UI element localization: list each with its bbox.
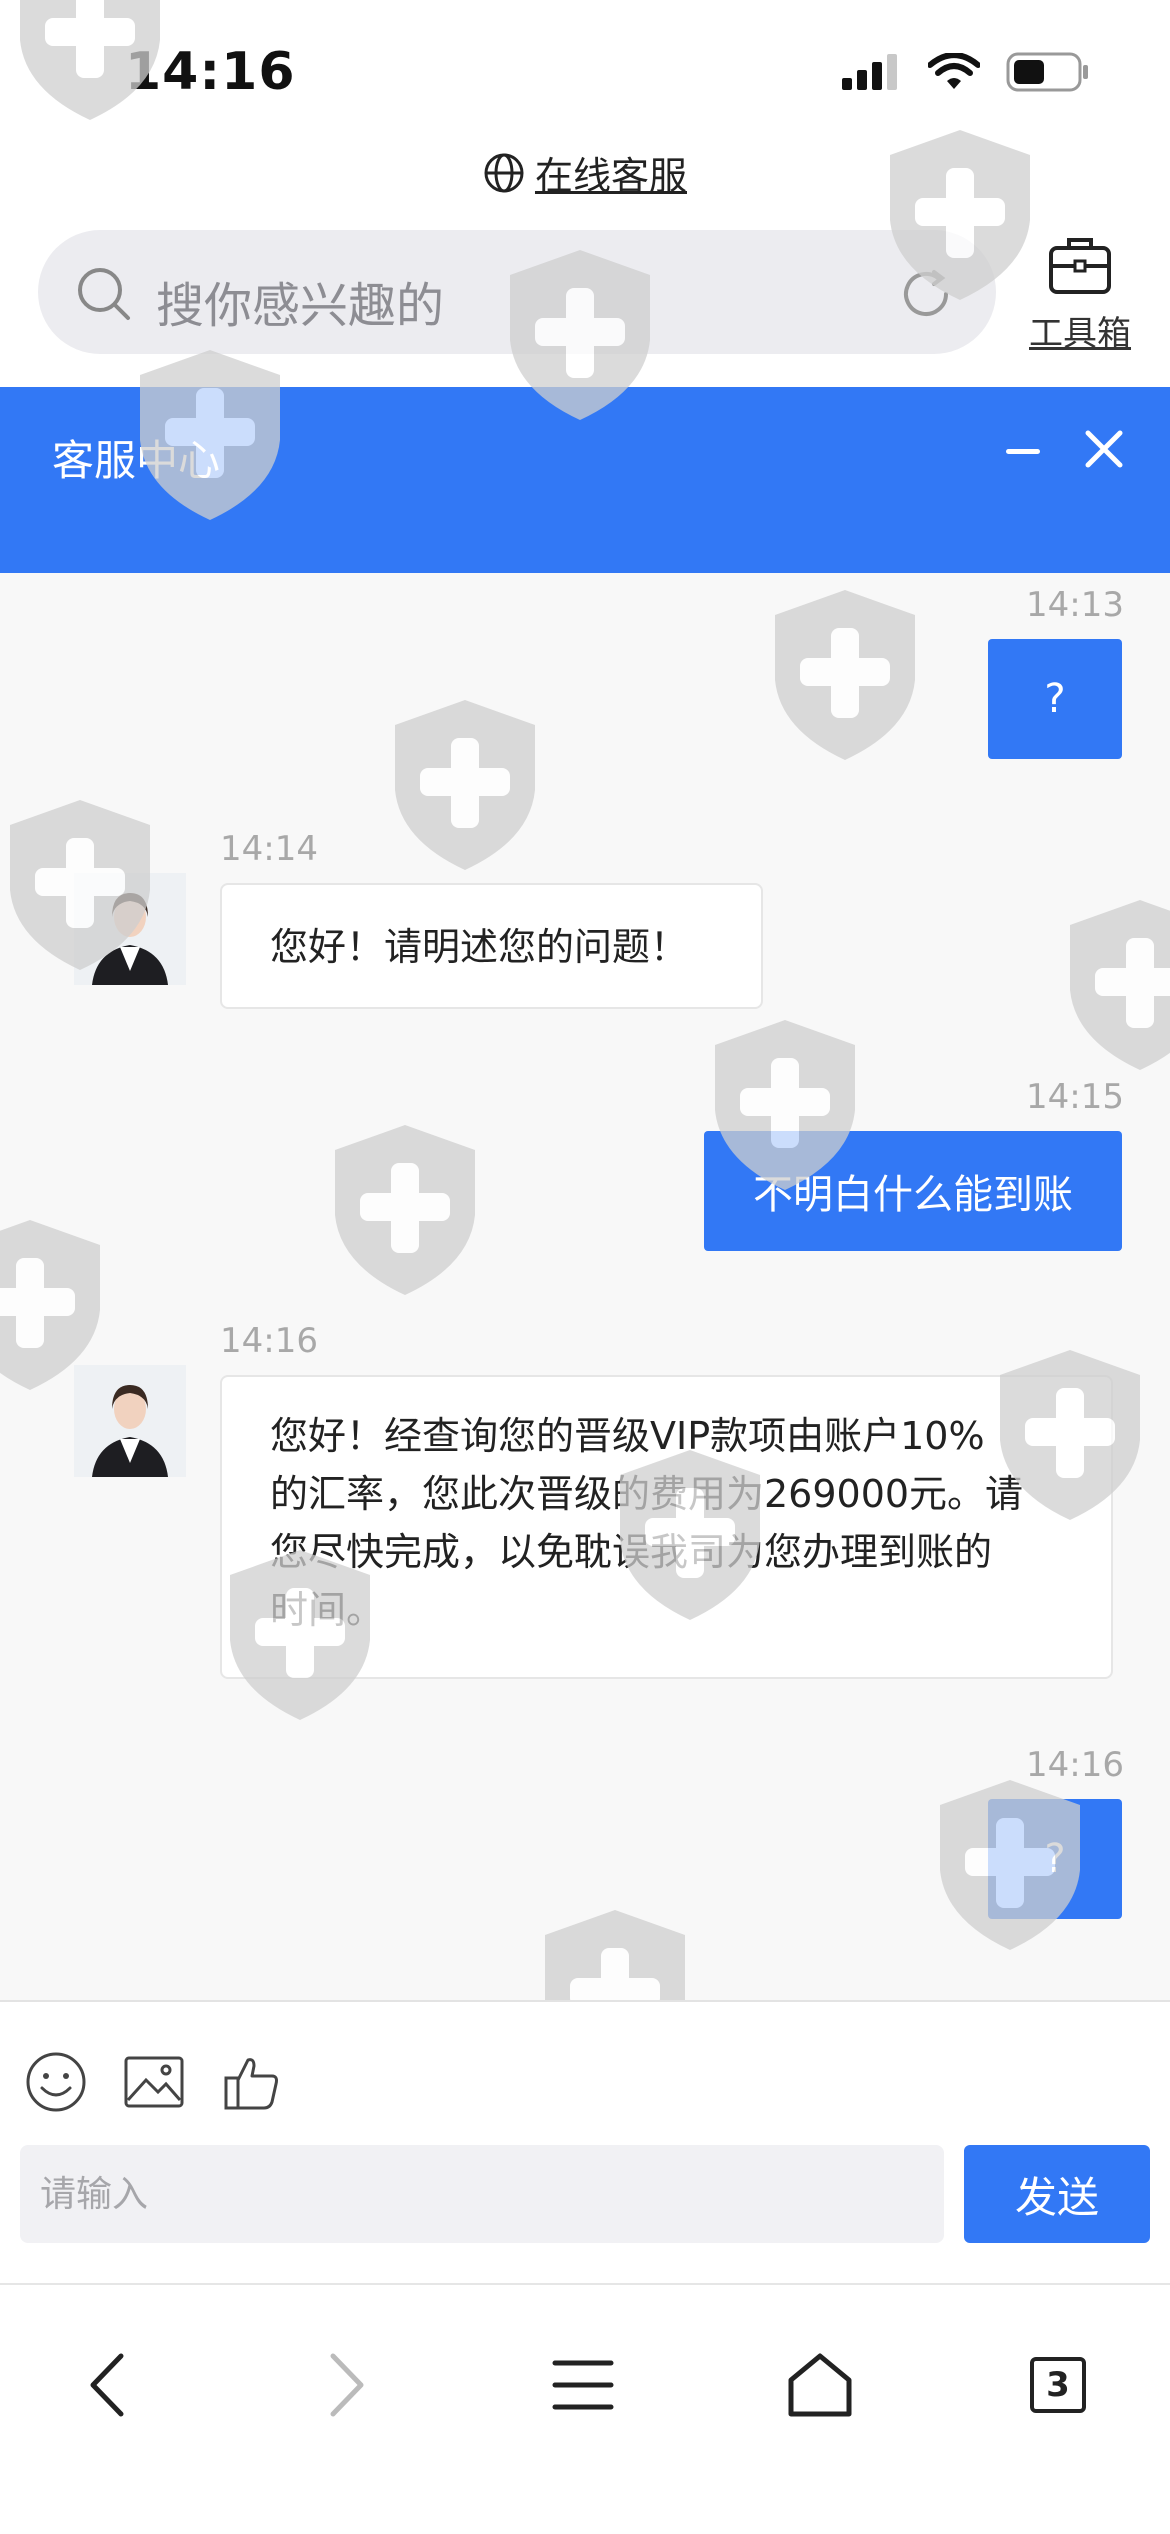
status-time: 14:16	[125, 42, 296, 102]
agent-avatar	[74, 873, 186, 985]
status-bar: 14:16	[0, 0, 1170, 150]
search-bar[interactable]: 搜你感兴趣的	[38, 230, 996, 354]
menu-icon	[552, 2360, 614, 2410]
chat-title: 客服中心	[52, 436, 221, 485]
message-time: 14:13	[1026, 585, 1124, 625]
wifi-icon	[928, 53, 980, 89]
sent-message: ?	[988, 639, 1122, 759]
search-placeholder: 搜你感兴趣的	[156, 278, 445, 334]
chat-area[interactable]: 14:13 ? 14:14 您好！请明述您的问题！ 14:15 不明白什么能到账…	[0, 573, 1170, 2000]
agent-avatar-icon	[74, 873, 186, 985]
chevron-right-icon	[330, 2353, 364, 2417]
message-line: 的汇率，您此次晋级的费用为269000元。请	[270, 1472, 1024, 1516]
composer: 发送	[0, 2000, 1170, 2284]
message-time: 14:16	[1026, 1745, 1124, 1785]
message-line: 您尽快完成，以免耽误我司为您办理到账的	[270, 1530, 993, 1574]
received-message: 您好！请明述您的问题！	[220, 883, 763, 1009]
forward-button[interactable]	[296, 2335, 396, 2435]
toolbox-label: 工具箱	[1029, 314, 1131, 354]
search-icon	[78, 268, 130, 320]
status-icons	[842, 52, 1090, 92]
cellular-signal-icon	[842, 54, 897, 90]
minimize-icon[interactable]	[1006, 449, 1040, 454]
composer-tools	[24, 2050, 284, 2114]
tabs-count: 3	[1030, 2357, 1086, 2413]
chat-header: 客服中心	[0, 387, 1170, 573]
emoji-icon[interactable]	[24, 2050, 88, 2114]
back-button[interactable]	[58, 2335, 158, 2435]
menu-button[interactable]	[533, 2335, 633, 2435]
toolbox-icon	[1049, 238, 1111, 294]
url-text[interactable]: 在线客服	[535, 154, 687, 198]
sent-message: ?	[988, 1799, 1122, 1919]
message-time: 14:15	[1026, 1077, 1124, 1117]
received-message: 您好！经查询您的晋级VIP款项由账户10% 的汇率，您此次晋级的费用为26900…	[220, 1375, 1113, 1679]
home-button[interactable]	[770, 2335, 870, 2435]
battery-icon	[1006, 52, 1088, 92]
send-button[interactable]: 发送	[964, 2145, 1150, 2243]
message-time: 14:14	[220, 829, 318, 869]
message-input[interactable]	[20, 2145, 944, 2243]
browser-nav: 3	[0, 2283, 1170, 2534]
sent-message: 不明白什么能到账	[704, 1131, 1122, 1251]
agent-avatar-icon	[74, 1365, 186, 1477]
globe-icon	[484, 153, 524, 192]
tabs-button[interactable]: 3	[1008, 2335, 1108, 2435]
toolbox-button[interactable]: 工具箱	[1025, 230, 1135, 355]
close-icon[interactable]	[1082, 427, 1126, 471]
message-time: 14:16	[220, 1321, 318, 1361]
chevron-left-icon	[90, 2353, 124, 2417]
refresh-icon[interactable]	[896, 264, 956, 324]
image-icon[interactable]	[122, 2050, 186, 2114]
thumbs-up-icon[interactable]	[220, 2050, 284, 2114]
message-line: 时间。	[270, 1588, 385, 1632]
home-icon	[788, 2353, 852, 2417]
message-line: 您好！经查询您的晋级VIP款项由账户10%	[270, 1414, 985, 1458]
url-bar[interactable]: 在线客服	[0, 145, 1170, 200]
agent-avatar	[74, 1365, 186, 1477]
